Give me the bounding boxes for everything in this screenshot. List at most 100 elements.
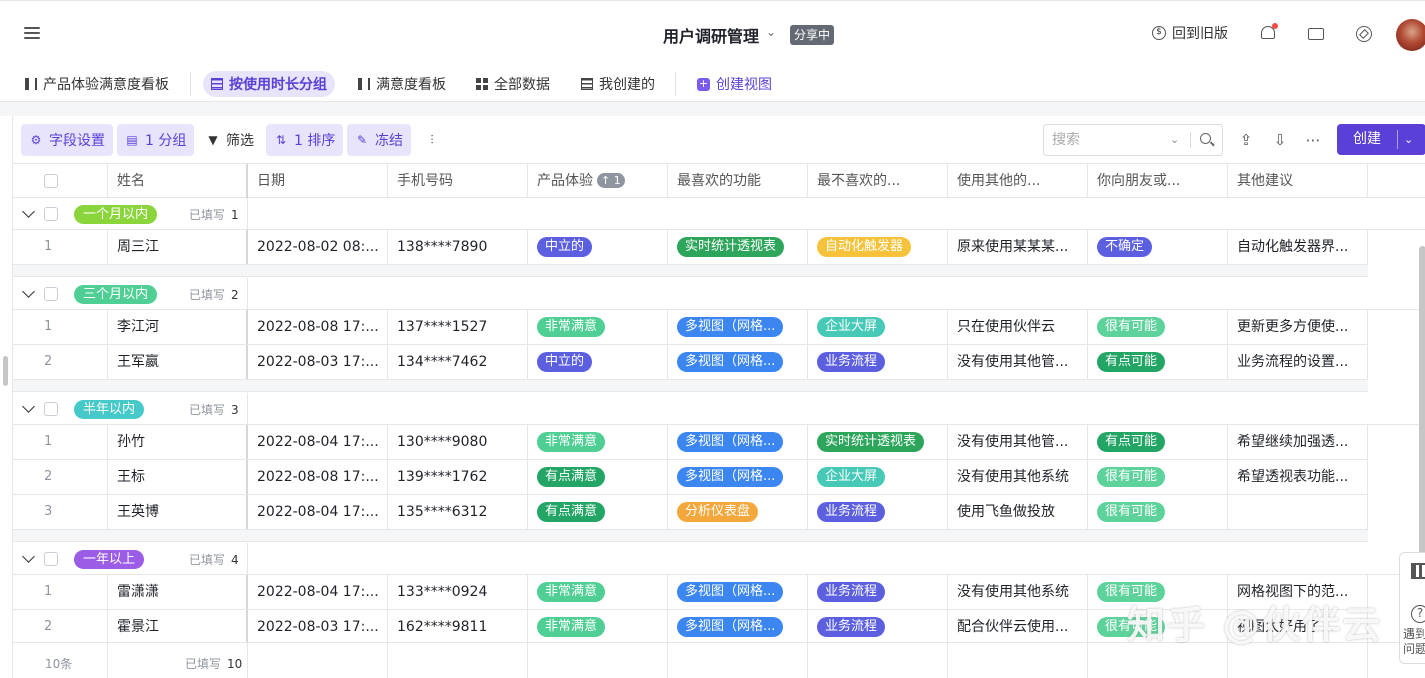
inbox-icon[interactable] [1307,25,1325,43]
back-to-old-version-button[interactable]: $ 回到旧版 [1152,23,1228,43]
menu-icon[interactable] [24,27,40,41]
tab-group-by-usage[interactable]: 按使用时长分组 [203,71,335,97]
group-checkbox[interactable] [44,402,58,416]
group-checkbox[interactable] [44,287,58,301]
dislike-cell[interactable]: 实时统计透视表 [808,425,948,459]
name-cell[interactable]: 李江河 [108,310,248,344]
floating-help-panel[interactable]: ? 遇到问题 [1399,552,1425,664]
recommend-cell[interactable]: 很有可能 [1088,310,1228,344]
chevron-down-icon[interactable] [22,285,35,298]
experience-cell[interactable]: 有点满意 [528,460,668,494]
help-icon[interactable]: ? [1411,605,1425,623]
suggestion-cell[interactable]: 更新更多方便使... [1228,310,1368,344]
recommend-cell[interactable]: 不确定 [1088,230,1228,264]
suggestion-cell[interactable]: 希望透视表功能... [1228,460,1368,494]
name-cell[interactable]: 雷潇潇 [108,575,248,609]
upload-icon[interactable]: ⇪ [1237,131,1255,149]
column-header-favorite[interactable]: 最喜欢的功能 [668,164,808,198]
share-status-badge[interactable]: 分享中 [790,25,835,45]
more-icon[interactable]: ⋯ [1304,131,1322,149]
experience-cell[interactable]: 非常满意 [528,425,668,459]
search-icon[interactable] [1200,133,1211,144]
recommend-cell[interactable]: 有点可能 [1088,345,1228,379]
phone-cell[interactable]: 138****7890 [388,230,528,264]
name-cell[interactable]: 孙竹 [108,425,248,459]
column-header-other-tools[interactable]: 使用其他的... [948,164,1088,198]
create-view-button[interactable]: + 创建视图 [689,71,780,97]
group-checkbox[interactable] [44,207,58,221]
suggestion-cell[interactable]: 自动化触发器界... [1228,230,1368,264]
name-cell[interactable]: 王军嬴 [108,345,248,379]
column-header-experience[interactable]: 产品体验 ↑ 1 [528,164,668,198]
recommend-cell[interactable]: 很有可能 [1088,495,1228,529]
chevron-down-icon[interactable]: ⌄ [1404,124,1413,155]
table-row[interactable]: 2 王标 2022-08-08 17:... 139****1762 有点满意 多视图（网… [13,460,1368,495]
chevron-down-icon[interactable] [22,205,35,218]
suggestion-cell[interactable]: 希望继续加强透... [1228,425,1368,459]
table-row[interactable]: 1 周三江 2022-08-02 08:... 138****7890 中立的 实时统计透… [13,230,1368,265]
date-cell[interactable]: 2022-08-04 17:... [248,575,388,609]
suggestion-cell[interactable] [1228,495,1368,529]
date-cell[interactable]: 2022-08-02 08:... [248,230,388,264]
suggestion-cell[interactable]: 业务流程的设置... [1228,345,1368,379]
group-checkbox[interactable] [44,552,58,566]
other-tools-cell[interactable]: 没有使用其他系统 [948,460,1088,494]
name-cell[interactable]: 王英博 [108,495,248,529]
filter-button[interactable]: ▼ 筛选 [198,124,262,156]
qr-code-icon[interactable] [1411,563,1425,579]
date-cell[interactable]: 2022-08-03 17:... [248,610,388,644]
chevron-down-icon[interactable]: ⌄ [766,25,776,39]
other-tools-cell[interactable]: 没有使用其他系统 [948,575,1088,609]
favorite-cell[interactable]: 多视图（网格... [668,345,808,379]
dislike-cell[interactable]: 企业大屏 [808,460,948,494]
tab-satisfaction-kanban[interactable]: 满意度看板 [350,71,454,97]
column-header-recommend[interactable]: 你向朋友或... [1088,164,1228,198]
phone-cell[interactable]: 137****1527 [388,310,528,344]
tab-my-created[interactable]: 我创建的 [573,71,663,97]
date-cell[interactable]: 2022-08-08 17:... [248,460,388,494]
experience-cell[interactable]: 中立的 [528,345,668,379]
other-tools-cell[interactable]: 配合伙伴云使用... [948,610,1088,644]
sort-button[interactable]: ⇅ 1 排序 [266,124,344,156]
row-height-button[interactable]: ⫶ [417,124,453,156]
dislike-cell[interactable]: 业务流程 [808,495,948,529]
name-cell[interactable]: 霍景江 [108,610,248,644]
favorite-cell[interactable]: 多视图（网格... [668,610,808,644]
experience-cell[interactable]: 非常满意 [528,575,668,609]
resize-handle[interactable] [3,356,8,386]
phone-cell[interactable]: 139****1762 [388,460,528,494]
experience-cell[interactable]: 非常满意 [528,610,668,644]
phone-cell[interactable]: 162****9811 [388,610,528,644]
dislike-cell[interactable]: 自动化触发器 [808,230,948,264]
chevron-down-icon[interactable] [22,550,35,563]
date-cell[interactable]: 2022-08-04 17:... [248,425,388,459]
table-row[interactable]: 1 李江河 2022-08-08 17:... 137****1527 非常满意 多视图（… [13,310,1368,345]
name-cell[interactable]: 王标 [108,460,248,494]
favorite-cell[interactable]: 多视图（网格... [668,460,808,494]
recommend-cell[interactable]: 很有可能 [1088,460,1228,494]
date-cell[interactable]: 2022-08-03 17:... [248,345,388,379]
date-cell[interactable]: 2022-08-04 17:... [248,495,388,529]
column-header-phone[interactable]: 手机号码 [388,164,528,198]
column-header-suggestion[interactable]: 其他建议 [1228,164,1368,198]
avatar[interactable] [1396,19,1425,51]
phone-cell[interactable]: 130****9080 [388,425,528,459]
phone-cell[interactable]: 135****6312 [388,495,528,529]
notification-bell-icon[interactable] [1259,23,1278,43]
chevron-down-icon[interactable]: ⌄ [1170,125,1179,155]
other-tools-cell[interactable]: 原来使用某某某... [948,230,1088,264]
dislike-cell[interactable]: 业务流程 [808,575,948,609]
favorite-cell[interactable]: 实时统计透视表 [668,230,808,264]
chevron-down-icon[interactable] [22,400,35,413]
search-input[interactable]: 搜索 ⌄ [1043,124,1223,156]
other-tools-cell[interactable]: 使用飞鱼做投放 [948,495,1088,529]
tab-product-experience-kanban[interactable]: 产品体验满意度看板 [17,71,177,97]
select-all-checkbox[interactable] [44,174,58,188]
experience-cell[interactable]: 中立的 [528,230,668,264]
phone-cell[interactable]: 133****0924 [388,575,528,609]
tab-all-data[interactable]: 全部数据 [468,71,558,97]
dislike-cell[interactable]: 业务流程 [808,610,948,644]
freeze-button[interactable]: ✎ 冻结 [347,124,411,156]
date-cell[interactable]: 2022-08-08 17:... [248,310,388,344]
create-record-button[interactable]: 创建 ⌄ [1337,124,1425,155]
